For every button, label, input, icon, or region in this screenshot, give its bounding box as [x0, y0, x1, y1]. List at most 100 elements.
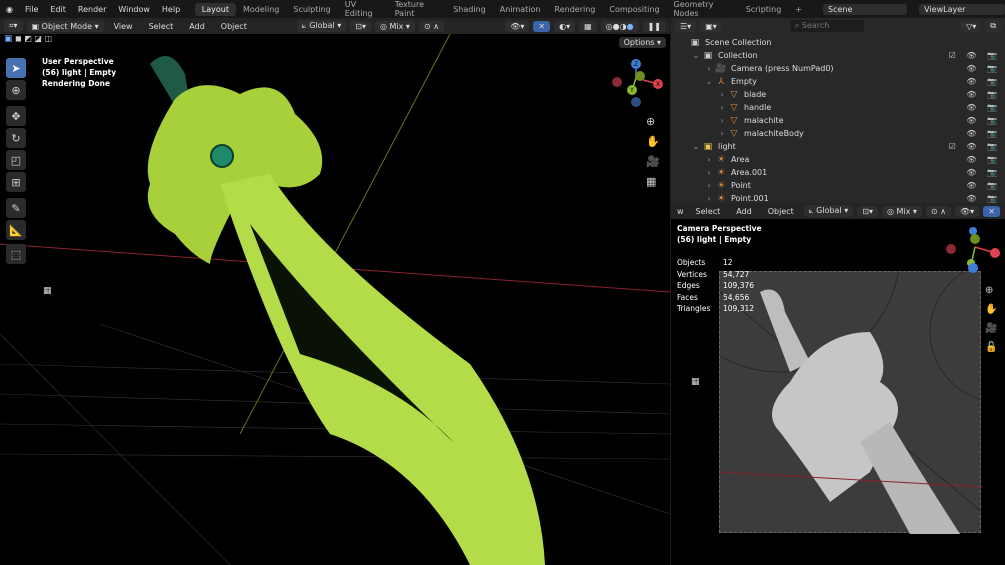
outliner-display-mode[interactable]: ☰▾ [675, 20, 697, 32]
tab-scripting[interactable]: Scripting [739, 3, 789, 16]
light-icon[interactable]: ▦ [691, 377, 700, 387]
proportional-edit-button[interactable]: ⊙ ∧ [418, 20, 445, 32]
chevron-down-icon[interactable]: ⌄ [690, 142, 702, 151]
cursor-tool[interactable]: ⊕ [6, 80, 26, 100]
visibility-toggles[interactable]: 👁 📷 [966, 103, 1001, 112]
outliner-item[interactable]: ⌄ ▣ Collection ☑ 👁 📷 [671, 49, 1005, 62]
menu-view[interactable]: w [675, 207, 686, 216]
chevron-down-icon[interactable]: ⌄ [690, 51, 702, 60]
blender-logo-icon[interactable]: ◉ [0, 5, 19, 14]
outliner-item[interactable]: ▣ Scene Collection [671, 36, 1005, 49]
outliner-item[interactable]: › ▽ blade 👁 📷 [671, 88, 1005, 101]
outliner-item[interactable]: ⌄ ▣ light ☑ 👁 📷 [671, 140, 1005, 153]
menu-file[interactable]: File [19, 5, 44, 14]
visibility-toggles[interactable]: 👁 📷 [966, 129, 1001, 138]
tab-animation[interactable]: Animation [493, 3, 548, 16]
visibility-toggles[interactable]: 👁 📷 [966, 77, 1001, 86]
camera-viewport[interactable]: Camera Perspective (56) light | Empty Ob… [671, 219, 1005, 565]
outliner-item[interactable]: ⌄ ⅄ Empty 👁 📷 [671, 75, 1005, 88]
menu-object[interactable]: Object [215, 22, 253, 31]
view-layer-selector[interactable]: ViewLayer [919, 3, 1005, 15]
chevron-right-icon[interactable]: › [703, 64, 715, 73]
chevron-right-icon[interactable]: › [716, 90, 728, 99]
mode-selector[interactable]: ▣ Object Mode ▾ [26, 20, 104, 32]
select-tool[interactable]: ➤ [6, 58, 26, 78]
outliner-item[interactable]: › 🎥 Camera (press NumPad0) 👁 📷 [671, 62, 1005, 75]
add-cube-tool[interactable]: ⬚ [6, 244, 26, 264]
outliner-item[interactable]: › ▽ handle 👁 📷 [671, 101, 1005, 114]
scene-selector[interactable]: Scene [822, 3, 908, 15]
tab-layout[interactable]: Layout [194, 2, 236, 16]
visibility-toggles[interactable]: 👁 📷 [966, 194, 1001, 203]
gizmo-toggle[interactable]: ✕ [983, 205, 1000, 217]
tab-shading[interactable]: Shading [446, 3, 493, 16]
pan-hand-icon[interactable]: ✋ [985, 300, 997, 319]
gizmo-toggle[interactable]: ✕ [533, 20, 551, 32]
tab-sculpting[interactable]: Sculpting [286, 3, 337, 16]
outliner-filter-mode[interactable]: ▣▾ [700, 20, 722, 32]
outliner-item[interactable]: › ☀ Area 👁 📷 [671, 153, 1005, 166]
chevron-right-icon[interactable]: › [716, 129, 728, 138]
orientation-selector[interactable]: ⟀ Global ▾ [296, 20, 347, 32]
move-tool[interactable]: ✥ [6, 106, 26, 126]
tab-geometry-nodes[interactable]: Geometry Nodes [667, 0, 739, 20]
lock-icon[interactable]: 🔓 [985, 338, 997, 357]
navigation-gizmo[interactable]: X Y Z [608, 56, 664, 112]
menu-select[interactable]: Select [143, 22, 180, 31]
zoom-icon[interactable]: ⊕ [646, 112, 660, 132]
options-button[interactable]: Options ▾ [618, 37, 666, 48]
new-collection-icon[interactable]: ⧉ [985, 20, 1001, 32]
menu-render[interactable]: Render [72, 5, 112, 14]
visibility-button[interactable]: 👁▾ [505, 20, 530, 32]
chevron-right-icon[interactable]: › [703, 168, 715, 177]
proportional-edit-button[interactable]: ⊙ ∧ [925, 205, 952, 217]
camera-navigation-gizmo[interactable] [945, 227, 1001, 283]
chevron-right-icon[interactable]: › [703, 181, 715, 190]
shading-buttons[interactable]: ◎●◑● [600, 20, 639, 32]
outliner-item[interactable]: › ▽ malachite 👁 📷 [671, 114, 1005, 127]
menu-window[interactable]: Window [112, 5, 156, 14]
select-mode-buttons[interactable]: ▣ ◼ ◩ ◪ ◫ [4, 34, 68, 46]
annotate-tool[interactable]: ✎ [6, 198, 26, 218]
visibility-toggles[interactable]: 👁 📷 [966, 155, 1001, 164]
main-viewport[interactable]: ▣ ◼ ◩ ◪ ◫ ➤ ⊕ ✥ ↻ ◰ ⊞ ✎ 📐 ⬚ User Perspec… [0, 34, 670, 565]
tab-texture-paint[interactable]: Texture Paint [388, 0, 447, 20]
filter-icon[interactable]: ▽▾ [961, 20, 982, 32]
rotate-tool[interactable]: ↻ [6, 128, 26, 148]
snap-selector[interactable]: ◎ Mix ▾ [375, 20, 415, 32]
chevron-right-icon[interactable]: › [703, 194, 715, 203]
add-workspace-button[interactable]: + [788, 3, 809, 16]
pause-button[interactable]: ❚❚ [642, 20, 666, 32]
xray-toggle[interactable]: ▦ [579, 20, 597, 32]
visibility-toggles[interactable]: 👁 📷 [966, 181, 1001, 190]
grid-perspective-icon[interactable]: ▦ [646, 172, 660, 192]
orientation-selector[interactable]: ⟀ Global ▾ [803, 205, 854, 217]
tab-uv-editing[interactable]: UV Editing [338, 0, 388, 20]
menu-select[interactable]: Select [690, 207, 727, 216]
tab-compositing[interactable]: Compositing [602, 3, 666, 16]
chevron-right-icon[interactable]: › [703, 155, 715, 164]
overlay-toggle[interactable]: ◐▾ [554, 20, 576, 32]
menu-help[interactable]: Help [156, 5, 186, 14]
tab-modeling[interactable]: Modeling [236, 3, 286, 16]
snap-selector[interactable]: ◎ Mix ▾ [881, 205, 922, 217]
outliner-item[interactable]: › ▽ malachiteBody 👁 📷 [671, 127, 1005, 140]
visibility-toggles[interactable]: 👁 📷 [966, 168, 1001, 177]
zoom-icon[interactable]: ⊕ [985, 281, 997, 300]
light-icon[interactable]: ▦ [43, 286, 52, 296]
menu-add[interactable]: Add [183, 22, 211, 31]
visibility-toggles[interactable]: ☑ 👁 📷 [949, 51, 1001, 60]
camera-view-icon[interactable]: 🎥 [985, 319, 997, 338]
visibility-toggles[interactable]: 👁 📷 [966, 116, 1001, 125]
outliner-search-input[interactable]: ⌕ Search [789, 20, 864, 32]
editor-type-button[interactable]: ⌗▾ [4, 20, 23, 32]
pivot-button[interactable]: ⊡▾ [857, 205, 878, 217]
pan-hand-icon[interactable]: ✋ [646, 132, 660, 152]
menu-edit[interactable]: Edit [44, 5, 72, 14]
outliner-item[interactable]: › ☀ Area.001 👁 📷 [671, 166, 1005, 179]
visibility-toggles[interactable]: 👁 📷 [966, 90, 1001, 99]
visibility-toggles[interactable]: 👁 📷 [966, 64, 1001, 73]
chevron-down-icon[interactable]: ⌄ [703, 77, 715, 86]
pivot-button[interactable]: ⊡▾ [350, 20, 371, 32]
chevron-right-icon[interactable]: › [716, 116, 728, 125]
